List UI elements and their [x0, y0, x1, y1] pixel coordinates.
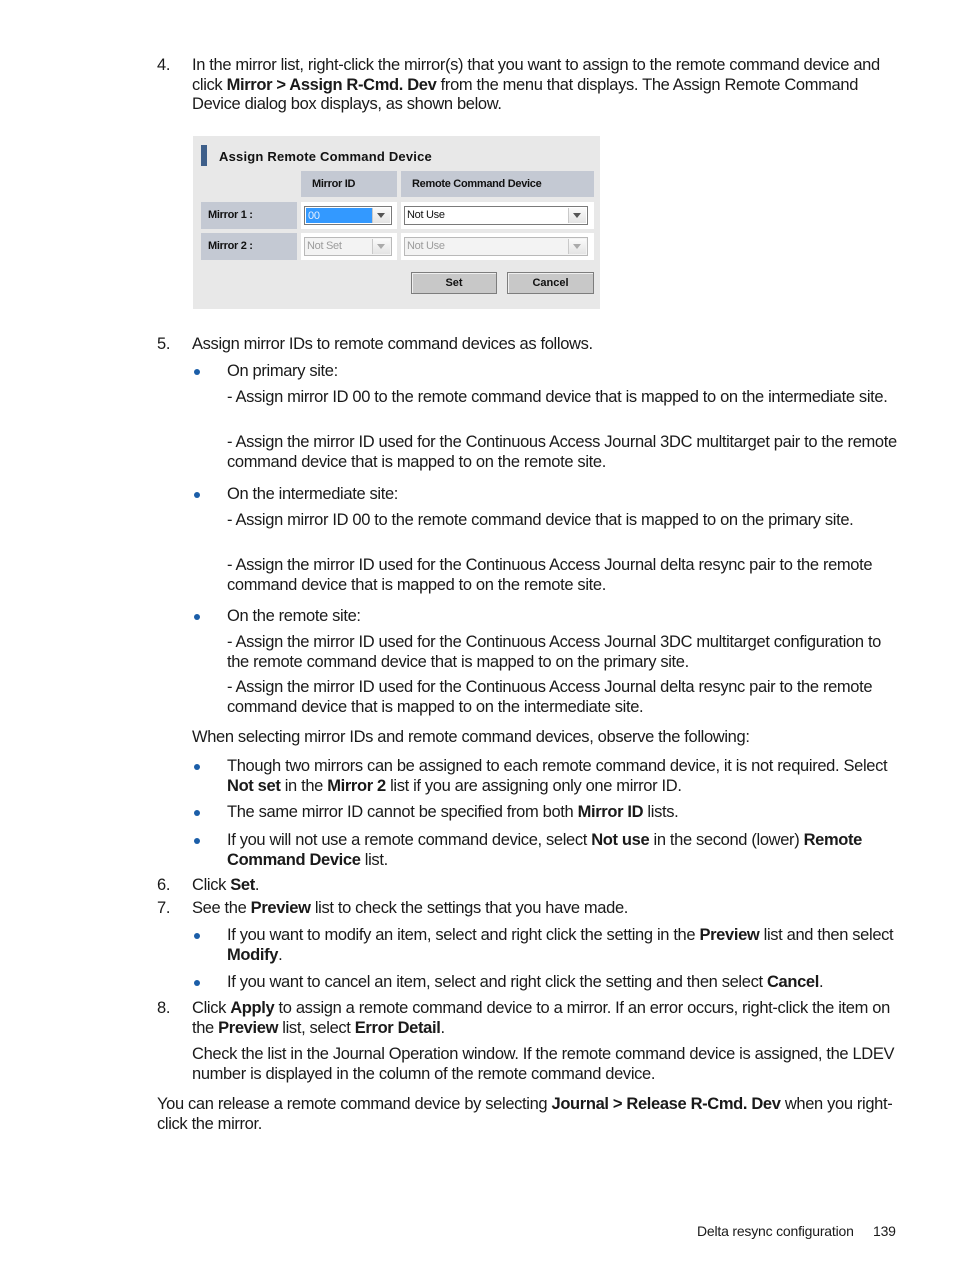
- set-button[interactable]: Set: [411, 272, 497, 294]
- bullet-text: On the intermediate site:: [227, 485, 399, 503]
- step-8: 8. Click Apply to assign a remote comman…: [157, 999, 890, 1037]
- mirror-1-rcd-cell: Not Use: [401, 202, 594, 229]
- mirror-2-rcd-select[interactable]: Not Use: [404, 237, 588, 256]
- step-number: 5.: [157, 335, 171, 353]
- mirror-1-id-select[interactable]: 00: [304, 206, 392, 225]
- preview-bullet: If you want to modify an item, select an…: [192, 926, 902, 965]
- site-instruction: - Assign the mirror ID used for the Cont…: [227, 433, 897, 471]
- mirror-2-label: Mirror 2 :: [201, 233, 297, 260]
- step-5: 5. Assign mirror IDs to remote command d…: [157, 335, 902, 355]
- step-number: 6.: [157, 876, 171, 894]
- mirror-1-label: Mirror 1 :: [201, 202, 297, 229]
- step-6: 6. Click Set.: [157, 876, 260, 894]
- mirror-2-rcd-cell: Not Use: [401, 233, 594, 260]
- selected-value: Not Use: [407, 209, 445, 221]
- step-4: 4. In the mirror list, right-click the m…: [157, 56, 902, 115]
- column-header-remote-command-device: Remote Command Device: [401, 171, 594, 197]
- bullet-icon: [194, 838, 200, 844]
- mirror-2-id-cell: Not Set: [301, 233, 397, 260]
- page-number: 139: [873, 1223, 896, 1239]
- site-instruction: - Assign mirror ID 00 to the remote comm…: [227, 388, 888, 406]
- dialog-title: Assign Remote Command Device: [219, 149, 432, 164]
- site-instruction: - Assign the mirror ID used for the Cont…: [227, 633, 882, 671]
- cancel-button[interactable]: Cancel: [507, 272, 594, 294]
- mirror-1-id-cell: 00: [301, 202, 397, 229]
- document-page: 4. In the mirror list, right-click the m…: [0, 0, 954, 1271]
- selected-value: Not Set: [307, 240, 342, 252]
- assign-remote-command-device-dialog: Assign Remote Command Device Mirror ID R…: [193, 136, 600, 309]
- mirror-2-id-select[interactable]: Not Set: [304, 237, 392, 256]
- selected-value: Not Use: [407, 240, 445, 252]
- note-bullet: The same mirror ID cannot be specified f…: [192, 803, 902, 823]
- note-bullet: Though two mirrors can be assigned to ea…: [192, 757, 902, 796]
- chevron-down-icon[interactable]: [372, 239, 390, 254]
- bullet-icon: [194, 369, 200, 375]
- bullet-icon: [194, 614, 200, 620]
- site-bullet-primary: On primary site:: [192, 362, 902, 382]
- site-instruction: - Assign the mirror ID used for the Cont…: [227, 678, 873, 716]
- site-bullet-intermediate: On the intermediate site:: [192, 485, 902, 505]
- bullet-icon: [194, 764, 200, 770]
- mirror-1-rcd-select[interactable]: Not Use: [404, 206, 588, 225]
- check-note: Check the list in the Journal Operation …: [192, 1045, 895, 1083]
- chevron-down-icon[interactable]: [568, 239, 586, 254]
- step-number: 7.: [157, 899, 171, 917]
- bullet-text: On primary site:: [227, 362, 338, 380]
- bullet-icon: [194, 810, 200, 816]
- footer-section-title: Delta resync configuration: [697, 1223, 854, 1239]
- step-text: In the mirror list, right-click the mirr…: [192, 56, 880, 113]
- note-bullet: If you will not use a remote command dev…: [192, 831, 902, 870]
- observe-intro: When selecting mirror IDs and remote com…: [192, 728, 750, 746]
- site-bullet-remote: On the remote site:: [192, 607, 902, 627]
- menu-path: Mirror > Assign R-Cmd. Dev: [226, 75, 437, 94]
- release-note: You can release a remote command device …: [157, 1095, 893, 1133]
- step-number: 8.: [157, 999, 171, 1017]
- column-header-mirror-id: Mirror ID: [301, 171, 397, 197]
- selected-value: 00: [306, 208, 372, 223]
- bullet-text: On the remote site:: [227, 607, 361, 625]
- preview-bullet: If you want to cancel an item, select an…: [192, 973, 902, 993]
- step-7: 7. See the Preview list to check the set…: [157, 899, 629, 917]
- step-text: Assign mirror IDs to remote command devi…: [192, 335, 593, 353]
- chevron-down-icon[interactable]: [568, 208, 586, 223]
- bullet-icon: [194, 980, 200, 986]
- site-instruction: - Assign mirror ID 00 to the remote comm…: [227, 511, 854, 529]
- title-accent-bar: [201, 145, 207, 166]
- chevron-down-icon[interactable]: [372, 208, 390, 223]
- step-number: 4.: [157, 56, 171, 74]
- bullet-icon: [194, 933, 200, 939]
- bullet-icon: [194, 492, 200, 498]
- site-instruction: - Assign the mirror ID used for the Cont…: [227, 556, 873, 594]
